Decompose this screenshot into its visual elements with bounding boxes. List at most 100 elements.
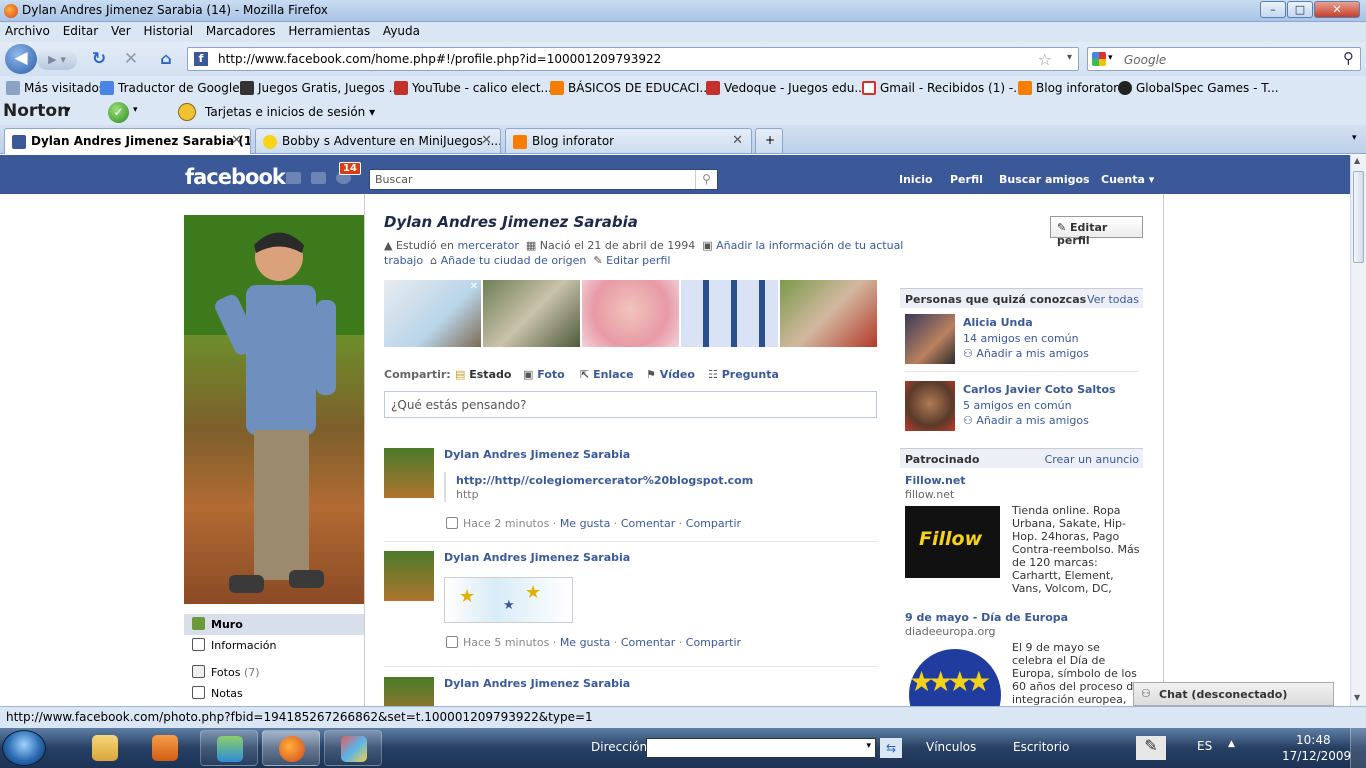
scroll-down-icon[interactable]: ▼ bbox=[1354, 693, 1360, 702]
messages-icon[interactable] bbox=[311, 172, 326, 184]
left-nav-informacion[interactable]: Información bbox=[184, 635, 364, 656]
share-link[interactable]: Compartir bbox=[686, 636, 741, 649]
menu-ver[interactable]: Ver bbox=[106, 22, 135, 38]
clock-date[interactable]: 17/12/2009 bbox=[1282, 749, 1351, 763]
photo-strip-5[interactable] bbox=[780, 280, 877, 347]
friend-requests-icon[interactable] bbox=[286, 172, 301, 184]
google-icon[interactable] bbox=[1092, 52, 1106, 66]
like-link[interactable]: Me gusta bbox=[560, 636, 611, 649]
clock-time[interactable]: 10:48 bbox=[1296, 733, 1331, 747]
post-author-avatar[interactable] bbox=[384, 677, 434, 706]
norton-cards-menu[interactable]: Tarjetas e inicios de sesión ▾ bbox=[205, 105, 375, 119]
add-friend-link[interactable]: ⚇ Añadir a mis amigos bbox=[963, 347, 1089, 360]
add-city-link[interactable]: Añade tu ciudad de origen bbox=[441, 254, 587, 267]
menu-marcadores[interactable]: Marcadores bbox=[201, 22, 280, 38]
share-video-tab[interactable]: ⚑ Vídeo bbox=[646, 368, 695, 381]
profile-picture[interactable] bbox=[184, 215, 364, 604]
bookmark-blog-inforator[interactable]: Blog inforator bbox=[1018, 81, 1118, 95]
post-photo[interactable]: ★ ★ ★ bbox=[444, 577, 573, 623]
post-author-name[interactable]: Dylan Andres Jimenez Sarabia bbox=[444, 677, 630, 690]
tablet-input-icon[interactable]: ✎ bbox=[1136, 736, 1166, 760]
comment-link[interactable]: Comentar bbox=[621, 636, 675, 649]
start-button[interactable] bbox=[2, 730, 46, 766]
menu-historial[interactable]: Historial bbox=[138, 22, 197, 38]
bookmark-vedoque[interactable]: Vedoque - Juegos edu... bbox=[706, 81, 866, 95]
norton-status-check-icon[interactable]: ✓ bbox=[108, 102, 129, 123]
reload-icon[interactable]: ↻ bbox=[88, 48, 110, 70]
share-link-tab[interactable]: ⇱ Enlace bbox=[580, 368, 634, 381]
ad-title[interactable]: Fillow.net bbox=[905, 474, 966, 487]
bookmark-youtube[interactable]: YouTube - calico elect... bbox=[394, 81, 552, 95]
taskbar-address-input[interactable]: ▾ bbox=[646, 738, 876, 758]
url-bar[interactable]: f http://www.facebook.com/home.php#!/pro… bbox=[187, 47, 1079, 71]
tab-list-icon[interactable]: ▾ bbox=[1352, 133, 1357, 143]
photo-strip-4[interactable] bbox=[681, 280, 778, 347]
add-job-link-cont[interactable]: trabajo bbox=[384, 254, 423, 267]
ad-image-europe[interactable]: ★★★★ bbox=[905, 643, 1005, 706]
tab-close-icon[interactable]: ✕ bbox=[231, 133, 242, 148]
scrollbar-thumb[interactable] bbox=[1353, 171, 1364, 263]
like-link[interactable]: Me gusta bbox=[560, 517, 611, 530]
bookmark-juegos[interactable]: Juegos Gratis, Juegos ... bbox=[240, 81, 400, 95]
bookmark-basicos[interactable]: BÁSICOS DE EDUCACI... bbox=[550, 81, 711, 95]
nav-inicio[interactable]: Inicio bbox=[899, 173, 933, 186]
photo-strip-3[interactable] bbox=[582, 280, 679, 347]
maximize-button[interactable]: □ bbox=[1287, 1, 1313, 18]
menu-herramientas[interactable]: Herramientas bbox=[283, 22, 374, 38]
left-nav-fotos[interactable]: Fotos (7) bbox=[184, 662, 364, 683]
bookmark-star-icon[interactable]: ☆ bbox=[1038, 50, 1052, 69]
person-avatar[interactable] bbox=[905, 381, 955, 431]
language-indicator[interactable]: ES bbox=[1197, 739, 1212, 753]
add-job-link[interactable]: Añadir la información de tu actual bbox=[716, 239, 903, 252]
page-scrollbar[interactable]: ▲ ▼ bbox=[1350, 155, 1366, 706]
facebook-search-input[interactable]: Buscar ⚲ bbox=[369, 169, 718, 190]
close-button[interactable]: ✕ bbox=[1314, 1, 1360, 18]
see-all-link[interactable]: Ver todas bbox=[1087, 293, 1139, 306]
nav-perfil[interactable]: Perfil bbox=[950, 173, 983, 186]
desktop-label[interactable]: Escritorio bbox=[1013, 740, 1069, 754]
post-author-name[interactable]: Dylan Andres Jimenez Sarabia bbox=[444, 448, 630, 461]
photo-strip-1[interactable]: ✕ bbox=[384, 280, 481, 347]
status-input[interactable]: ¿Qué estás pensando? bbox=[384, 391, 877, 418]
mutual-friends-link[interactable]: 14 amigos en común bbox=[963, 332, 1079, 345]
menu-ayuda[interactable]: Ayuda bbox=[378, 22, 424, 38]
nav-cuenta[interactable]: Cuenta ▾ bbox=[1101, 173, 1154, 186]
search-bar[interactable]: ▾ Google ⚲ bbox=[1087, 47, 1361, 71]
share-question-tab[interactable]: ☷ Pregunta bbox=[708, 368, 779, 381]
taskbar-paint[interactable] bbox=[324, 730, 382, 766]
bookmark-mas-visitados[interactable]: Más visitados bbox=[6, 81, 105, 95]
comment-link[interactable]: Comentar bbox=[621, 517, 675, 530]
scroll-up-icon[interactable]: ▲ bbox=[1354, 156, 1360, 165]
post-link[interactable]: http://http//colegiomercerator%20blogspo… bbox=[456, 474, 753, 487]
person-avatar[interactable] bbox=[905, 314, 955, 364]
home-icon[interactable]: ⌂ bbox=[155, 48, 177, 70]
edit-profile-button[interactable]: ✎ Editar perfil bbox=[1050, 216, 1143, 247]
tab-facebook-profile[interactable]: Dylan Andres Jimenez Sarabia (14) ✕ bbox=[4, 128, 251, 154]
post-author-avatar[interactable] bbox=[384, 551, 434, 601]
add-friend-link[interactable]: ⚇ Añadir a mis amigos bbox=[963, 414, 1089, 427]
go-icon[interactable]: ⇆ bbox=[880, 738, 902, 758]
back-icon[interactable]: ◀ bbox=[5, 44, 37, 74]
menu-editar[interactable]: Editar bbox=[58, 22, 103, 38]
create-ad-link[interactable]: Crear un anuncio bbox=[1045, 453, 1139, 466]
mutual-friends-link[interactable]: 5 amigos en común bbox=[963, 399, 1072, 412]
ad-image-fillow[interactable]: Fillow bbox=[905, 506, 1000, 578]
engine-dropdown-icon[interactable]: ▾ bbox=[1108, 53, 1113, 63]
share-status-tab[interactable]: ▤ Estado bbox=[455, 368, 511, 381]
person-name[interactable]: Alicia Unda bbox=[963, 316, 1033, 329]
url-dropdown-icon[interactable]: ▾ bbox=[1067, 52, 1072, 63]
forward-icon[interactable]: ▶ ▾ bbox=[37, 50, 77, 70]
bookmark-traductor[interactable]: Traductor de Google bbox=[100, 81, 240, 95]
taskbar-firefox[interactable] bbox=[262, 730, 320, 766]
taskbar-media-player[interactable] bbox=[136, 730, 194, 766]
status-dropdown-icon[interactable]: ▾ bbox=[133, 105, 138, 115]
search-icon[interactable]: ⚲ bbox=[695, 170, 717, 189]
tab-bobby-adventure[interactable]: Bobby s Adventure en MiniJuegos .... ✕ bbox=[255, 128, 501, 153]
facebook-logo[interactable]: facebook bbox=[185, 165, 286, 189]
nav-buscar-amigos[interactable]: Buscar amigos bbox=[999, 173, 1090, 186]
person-name[interactable]: Carlos Javier Coto Saltos bbox=[963, 383, 1116, 396]
norton-dropdown-icon[interactable]: ▾ bbox=[66, 105, 71, 115]
taskbar-explorer[interactable] bbox=[76, 730, 134, 766]
taskbar-messenger[interactable] bbox=[200, 730, 258, 766]
left-nav-muro[interactable]: Muro bbox=[184, 614, 364, 635]
